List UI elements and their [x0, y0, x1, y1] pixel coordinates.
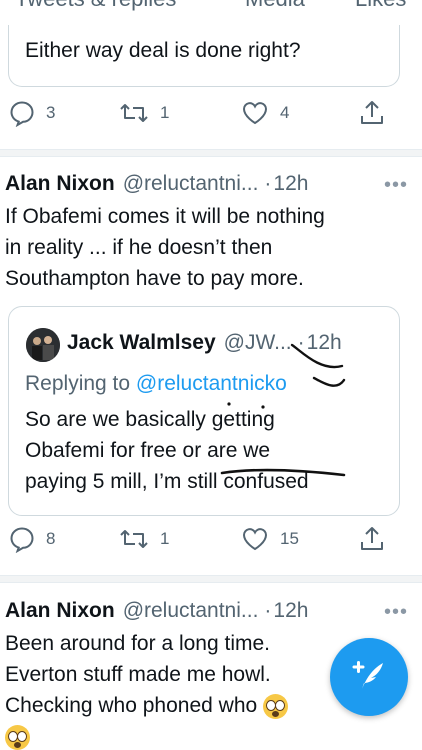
retweet-button[interactable]: 1 [118, 525, 169, 553]
heart-icon [240, 525, 270, 553]
tweet-divider [0, 149, 422, 157]
more-options-icon[interactable]: ••• [384, 601, 408, 624]
share-button[interactable] [358, 99, 386, 127]
avatar[interactable] [26, 328, 60, 362]
tab-likes[interactable]: Likes [355, 0, 406, 12]
tweet-header: Alan Nixon @reluctantni... · 12h [5, 599, 308, 623]
compose-tweet-button[interactable] [330, 638, 408, 716]
like-count: 15 [280, 529, 299, 548]
like-button[interactable]: 15 [240, 525, 299, 553]
separator: · [264, 172, 272, 195]
tweet-actions: 3 1 4 [0, 99, 422, 135]
tweet-text-line: If Obafemi comes it will be nothing [5, 205, 325, 228]
quoted-text-line: paying 5 mill, I’m still confused [25, 470, 309, 493]
tweet-text: If Obafemi comes it will be nothing in r… [5, 201, 415, 294]
flushed-face-emoji-icon [263, 693, 289, 719]
replying-to-handle: @reluctantnicko [135, 372, 287, 395]
retweet-button[interactable]: 1 [118, 99, 169, 127]
reply-button[interactable]: 8 [8, 525, 55, 553]
author-handle[interactable]: @reluctantni... [123, 599, 259, 623]
share-icon [358, 99, 386, 127]
quoted-author-name: Jack Walmlsey [67, 331, 216, 354]
separator: · [297, 331, 305, 354]
replying-to: Replying to @reluctantnicko [25, 372, 287, 396]
like-count: 4 [280, 103, 290, 122]
flushed-face-emoji-icon [5, 724, 30, 750]
tweet-text-line: in reality ... if he doesn’t then [5, 236, 273, 259]
tweet-actions: 8 1 15 [0, 525, 422, 561]
quoted-text-line: So are we basically getting [25, 408, 275, 431]
like-button[interactable]: 4 [240, 99, 289, 127]
quoted-author-handle: @JW... [223, 331, 292, 354]
tweet-header: Alan Nixon @reluctantni... · 12h [5, 172, 308, 196]
tweet-divider [0, 575, 422, 583]
tab-tweets-replies[interactable]: Tweets & replies [15, 0, 176, 12]
profile-tabs: Tweets & replies Media Likes [0, 0, 422, 20]
quoted-timestamp: 12h [306, 331, 342, 354]
retweet-count: 1 [160, 103, 170, 122]
author-handle[interactable]: @reluctantni... [123, 172, 259, 196]
quoted-tweet-text: So are we basically getting Obafemi for … [25, 404, 395, 497]
quoted-tweet-card[interactable]: Either way deal is done right? [8, 25, 400, 87]
separator: · [264, 599, 272, 622]
author-name[interactable]: Alan Nixon [5, 599, 115, 623]
heart-icon [240, 99, 270, 127]
quoted-text-line: Obafemi for free or are we [25, 439, 271, 462]
timestamp[interactable]: 12h [273, 599, 308, 623]
reply-icon [8, 99, 36, 127]
retweet-count: 1 [160, 529, 170, 548]
quoted-tweet-card[interactable]: Jack Walmlsey @JW... · 12h Replying to @… [8, 306, 400, 516]
more-options-icon[interactable]: ••• [384, 174, 408, 197]
reply-count: 3 [46, 103, 56, 122]
tweet-text-line: Southampton have to pay more. [5, 267, 304, 290]
quoted-tweet-text: Either way deal is done right? [25, 39, 301, 62]
tweet-text-line [5, 721, 415, 750]
retweet-icon [118, 99, 150, 127]
reply-count: 8 [46, 529, 56, 548]
replying-to-label: Replying to [25, 372, 131, 395]
reply-button[interactable]: 3 [8, 99, 55, 127]
share-icon [358, 525, 386, 553]
compose-feather-icon [347, 653, 391, 702]
retweet-icon [118, 525, 150, 553]
reply-icon [8, 525, 36, 553]
share-button[interactable] [358, 525, 386, 553]
tab-media[interactable]: Media [245, 0, 305, 12]
author-name[interactable]: Alan Nixon [5, 172, 115, 196]
timestamp[interactable]: 12h [273, 172, 308, 196]
quoted-tweet-header: Jack Walmlsey @JW... · 12h [67, 331, 342, 355]
